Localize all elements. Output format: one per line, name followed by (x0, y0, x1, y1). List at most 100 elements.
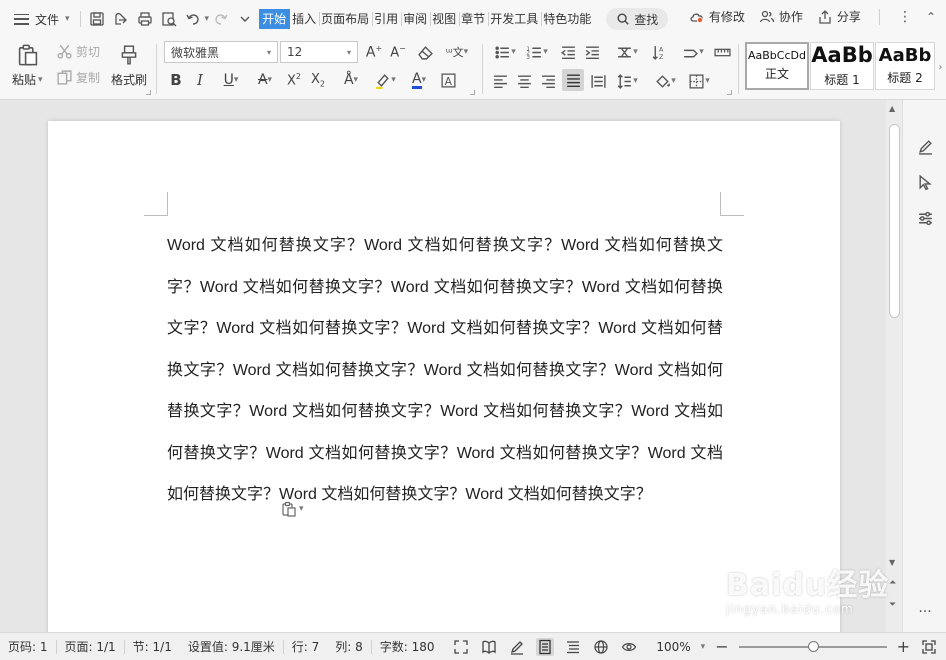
select-cursor-icon[interactable] (915, 172, 935, 192)
output-pdf-icon[interactable] (109, 7, 133, 31)
page-view-icon[interactable] (536, 637, 555, 656)
fit-window-icon[interactable] (920, 638, 938, 656)
text-effect-button[interactable]: Å ▾ (336, 69, 366, 91)
tab-insert[interactable]: 插入 (291, 9, 318, 29)
distribute-button[interactable] (588, 70, 608, 92)
scrollbar-thumb[interactable] (889, 124, 900, 318)
tab-references[interactable]: 引用 (373, 9, 400, 29)
undo-icon[interactable] (181, 7, 205, 31)
align-left-button[interactable] (490, 70, 510, 92)
tab-review[interactable]: 审阅 (402, 9, 429, 29)
style-heading-1[interactable]: AaBb 标题 1 (810, 42, 874, 90)
phonetic-button[interactable]: ᵚ文 ▾ (442, 41, 472, 63)
tab-developer[interactable]: 开发工具 (489, 9, 540, 29)
grow-font-button[interactable]: A+ (364, 42, 384, 62)
status-setting[interactable]: 设置值: 9.1厘米 (180, 638, 283, 655)
tab-special[interactable]: 特色功能 (542, 9, 593, 29)
style-normal[interactable]: AaBbCcDd 正文 (745, 42, 809, 90)
tab-home[interactable]: 开始 (259, 9, 291, 29)
subscript-button[interactable]: X2 (308, 69, 328, 91)
status-page[interactable]: 页面: 1/1 (57, 638, 124, 655)
search-button[interactable]: 查找 (606, 8, 669, 30)
justify-button[interactable] (562, 69, 584, 91)
group-launcher[interactable] (470, 90, 475, 95)
zoom-slider-knob[interactable] (807, 640, 819, 652)
tab-page-layout[interactable]: 页面布局 (320, 9, 371, 29)
shrink-font-button[interactable]: A− (388, 42, 408, 62)
web-view-icon[interactable] (592, 638, 610, 656)
scroll-up-icon[interactable]: ▲ (889, 104, 895, 113)
collapse-ribbon-icon[interactable]: ⌃ (926, 10, 936, 24)
decrease-indent-button[interactable] (558, 42, 578, 62)
status-row[interactable]: 行: 7 (284, 638, 328, 655)
zoom-slider[interactable] (738, 640, 887, 652)
status-col[interactable]: 列: 8 (327, 638, 371, 655)
paste-label-wrap[interactable]: 粘贴 ▾ (12, 71, 43, 88)
paste-button[interactable] (14, 41, 42, 69)
font-size-select[interactable]: 12 ▾ (280, 41, 358, 63)
print-icon[interactable] (133, 7, 157, 31)
tab-view[interactable]: 视图 (431, 9, 458, 29)
align-right-button[interactable] (538, 70, 558, 92)
collab-button[interactable]: 协作 (759, 8, 803, 25)
zoom-level[interactable]: 100% (656, 640, 690, 654)
redo-icon[interactable] (209, 7, 233, 31)
paste-options-button[interactable]: ▾ (281, 501, 304, 517)
fullscreen-icon[interactable] (452, 638, 470, 656)
group-launcher[interactable] (727, 90, 732, 95)
status-section[interactable]: 节: 1/1 (125, 638, 180, 655)
status-page-code[interactable]: 页码: 1 (0, 638, 56, 655)
increase-indent-button[interactable] (582, 42, 602, 62)
borders-button[interactable]: ▾ (684, 70, 714, 92)
previous-page-icon[interactable]: ⏶ (889, 578, 896, 588)
styles-scroll-right-icon[interactable]: › (935, 58, 946, 76)
zoom-in-icon[interactable]: + (897, 637, 910, 656)
highlight-button[interactable]: ▾ (370, 69, 400, 91)
next-page-icon[interactable]: ⏷ (889, 600, 896, 610)
file-menu[interactable]: 文件 ▾ (14, 11, 70, 28)
save-icon[interactable] (85, 7, 109, 31)
status-word-count[interactable]: 字数: 180 (372, 638, 443, 655)
line-spacing-button[interactable]: ▾ (612, 70, 642, 92)
adjust-sliders-icon[interactable] (915, 208, 935, 228)
reading-mode-icon[interactable] (480, 638, 498, 656)
document-canvas[interactable]: Word 文档如何替换文字？Word 文档如何替换文字？Word 文档如何替换文… (0, 100, 886, 632)
document-body-text[interactable]: Word 文档如何替换文字？Word 文档如何替换文字？Word 文档如何替换文… (167, 225, 723, 516)
style-heading-2[interactable]: AaBb 标题 2 (875, 42, 935, 90)
more-icon[interactable]: ⋮ (898, 9, 912, 25)
font-name-select[interactable]: 微软雅黑 ▾ (164, 41, 278, 63)
strikethrough-button[interactable]: A ▾ (250, 69, 280, 91)
shading-button[interactable]: ▾ (650, 70, 680, 92)
edit-pen-icon[interactable] (915, 136, 935, 156)
sort-button[interactable]: AZ (648, 42, 670, 62)
underline-button[interactable]: U ▾ (214, 69, 248, 91)
write-mode-icon[interactable] (508, 638, 526, 656)
italic-button[interactable]: I (190, 69, 210, 91)
clear-format-button[interactable] (414, 42, 436, 62)
superscript-button[interactable]: X2 (284, 69, 304, 91)
numbered-list-button[interactable]: 1 2 3 ▾ (522, 42, 552, 62)
format-painter-button[interactable] (116, 41, 142, 69)
show-marks-button[interactable]: ▾ (678, 42, 708, 62)
bold-button[interactable]: B (166, 69, 186, 91)
cut-button[interactable]: 剪切 (56, 43, 100, 60)
outline-view-icon[interactable] (564, 638, 582, 656)
document-page[interactable]: Word 文档如何替换文字？Word 文档如何替换文字？Word 文档如何替换文… (48, 121, 840, 632)
ruler-button[interactable] (712, 42, 732, 62)
zoom-out-icon[interactable]: − (715, 637, 728, 656)
tab-chapter[interactable]: 章节 (460, 9, 487, 29)
customize-quickbar-icon[interactable] (233, 7, 257, 31)
more-dots-icon[interactable]: ··· (915, 602, 935, 622)
copy-button[interactable]: 复制 (56, 69, 100, 86)
scroll-down-icon[interactable]: ▼ (889, 558, 895, 567)
chevron-down-icon[interactable]: ▾ (701, 642, 706, 652)
chinese-layout-button[interactable]: ▾ (612, 42, 642, 62)
share-button[interactable]: 分享 (817, 8, 861, 25)
eye-protection-icon[interactable] (620, 638, 638, 656)
vertical-scrollbar[interactable]: ▲ ▼ ⏶ ⏷ (886, 100, 902, 632)
group-launcher[interactable] (146, 90, 151, 95)
print-preview-icon[interactable] (157, 7, 181, 31)
bullet-list-button[interactable]: ▾ (490, 42, 520, 62)
align-center-button[interactable] (514, 70, 534, 92)
char-border-button[interactable]: A (438, 69, 458, 91)
